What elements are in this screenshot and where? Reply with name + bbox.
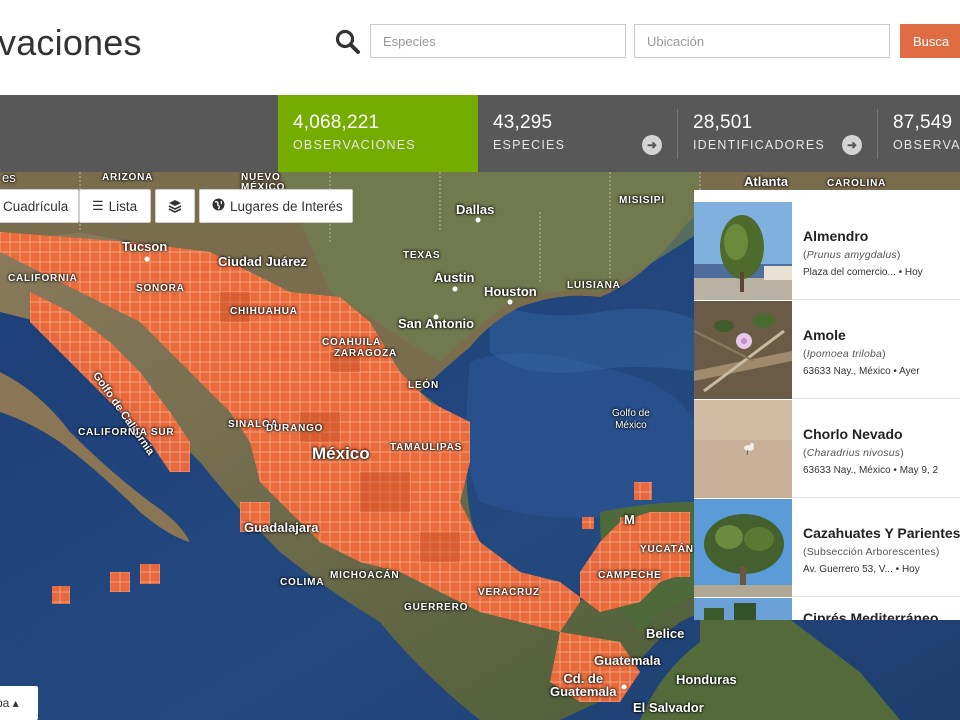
- map-label: Cd. de Guatemala: [550, 671, 617, 699]
- map-label: MISISIPI: [619, 195, 665, 206]
- species-search-input[interactable]: [370, 24, 626, 58]
- observation-photo: [694, 598, 792, 620]
- observation-card[interactable]: Chorlo Nevado (Charadrius nivosus) 63633…: [694, 400, 960, 498]
- observation-card[interactable]: Cazahuates Y Parientes (Subsección Arbor…: [694, 499, 960, 597]
- map-label: San Antonio: [398, 316, 475, 331]
- map-label: Tucson: [122, 239, 168, 254]
- stats-bar: 4,068,221 OBSERVACIONES 43,295 ESPECIES …: [0, 95, 960, 172]
- stat-observations-count: 4,068,221: [293, 112, 380, 133]
- stat-observations[interactable]: 4,068,221 OBSERVACIONES: [278, 95, 478, 172]
- observation-meta: Plaza del comercio... • Hoy: [803, 267, 923, 278]
- observation-meta: 63633 Nay., México • May 9, 2: [803, 465, 939, 476]
- map-label: Austin: [434, 270, 475, 285]
- stat-observations-label: OBSERVACIONES: [293, 138, 416, 152]
- observation-common-name: Chorlo Nevado: [803, 426, 903, 442]
- map-label: ARIZONA: [102, 172, 154, 183]
- map-label: MICHOACÁN: [330, 570, 400, 581]
- stat-observers[interactable]: 87,549 OBSERVAI: [878, 95, 960, 172]
- map-label: Guadalajara: [244, 520, 319, 535]
- stat-species[interactable]: 43,295 ESPECIES ➜: [478, 95, 678, 172]
- stat-species-count: 43,295: [493, 112, 553, 133]
- arrow-right-icon[interactable]: ➜: [842, 135, 862, 155]
- location-search-input[interactable]: [634, 24, 890, 58]
- globe-icon: [212, 198, 225, 214]
- header: vaciones Busca: [0, 0, 960, 95]
- map-label: Ciudad Juárez: [218, 254, 307, 269]
- map-label: Guatemala: [594, 653, 661, 668]
- observation-scientific-name: (Ipomoea triloba): [803, 348, 886, 360]
- search-icon: [335, 29, 360, 54]
- map-label: COLIMA: [280, 577, 325, 588]
- map-label: Atlanta: [744, 174, 789, 189]
- map-label: LUISIANA: [567, 280, 621, 291]
- list-view-button[interactable]: ☰ Lista: [79, 189, 151, 223]
- places-of-interest-button[interactable]: Lugares de Interés: [199, 189, 353, 223]
- stat-identifiers-label: IDENTIFICADORES: [693, 138, 825, 152]
- map-label: DURANGO: [266, 423, 324, 434]
- observation-scientific-name: (Subsección Arborescentes): [803, 546, 940, 558]
- observation-photo: [694, 301, 792, 399]
- stat-identifiers-count: 28,501: [693, 112, 753, 133]
- observation-common-name: Cazahuates Y Parientes: [803, 525, 960, 541]
- page-title: vaciones: [0, 22, 142, 63]
- map-type-button[interactable]: pa ▴: [0, 686, 38, 720]
- search-button[interactable]: Busca: [900, 24, 960, 58]
- observation-meta: 63633 Nay., México • Ayer: [803, 366, 920, 377]
- grid-view-label: Cuadrícula: [3, 198, 69, 214]
- observation-card[interactable]: Almendro (Prunus amygdalus) Plaza del co…: [694, 202, 960, 300]
- list-view-label: Lista: [108, 198, 138, 214]
- map-label: Belice: [646, 626, 685, 641]
- layers-button[interactable]: [155, 189, 195, 223]
- stat-observers-label: OBSERVAI: [893, 138, 960, 152]
- map-label: El Salvador: [633, 700, 704, 715]
- map-label: CALIFORNIA: [8, 273, 78, 284]
- map-label: COAHUILA: [322, 337, 382, 348]
- map-label: Honduras: [676, 672, 737, 687]
- observation-photo: [694, 400, 792, 498]
- map-label: Houston: [484, 284, 537, 299]
- observation-scientific-name: (Charadrius nivosus): [803, 447, 904, 459]
- map-label: CALIFORNIA SUR: [78, 427, 175, 438]
- map-label: CAMPECHE: [598, 570, 662, 581]
- map-label: SONORA: [136, 283, 185, 294]
- observation-scientific-name: (Prunus amygdalus): [803, 249, 901, 261]
- observation-common-name: Ciprés Mediterráneo: [803, 610, 939, 620]
- observation-card[interactable]: Ciprés Mediterráneo: [694, 598, 960, 620]
- map-label: LEÓN: [408, 380, 439, 391]
- map-label: CHIHUAHUA: [230, 306, 298, 317]
- observation-list[interactable]: Almendro (Prunus amygdalus) Plaza del co…: [694, 190, 960, 620]
- map-label: CAROLINA: [827, 178, 887, 189]
- map-label: VERACRUZ: [478, 587, 540, 598]
- places-of-interest-label: Lugares de Interés: [230, 198, 343, 214]
- observation-photo: [694, 202, 792, 300]
- layers-icon: [168, 200, 182, 213]
- map-label: TEXAS: [403, 250, 441, 261]
- observation-common-name: Almendro: [803, 228, 869, 244]
- app-root: vaciones Busca 4,068,221 OBSERVACIONES 4…: [0, 0, 960, 720]
- map-label: M: [624, 512, 635, 527]
- stat-observers-count: 87,549: [893, 112, 953, 133]
- map-label: TAMAULIPAS: [390, 442, 463, 453]
- observation-common-name: Amole: [803, 327, 846, 343]
- map-label: GUERRERO: [404, 602, 469, 613]
- observation-photo: [694, 499, 792, 597]
- stat-identifiers[interactable]: 28,501 IDENTIFICADORES ➜: [678, 95, 878, 172]
- list-icon: ☰: [92, 198, 104, 213]
- map-label: YUCATÁN: [640, 544, 694, 555]
- map-label: Golfo de México: [612, 408, 650, 431]
- map-label: Dallas: [456, 202, 495, 217]
- map-label: México: [312, 444, 370, 463]
- grid-view-button[interactable]: Cuadrícula: [0, 189, 79, 223]
- map-label: ZARAGOZA: [334, 348, 398, 359]
- observation-card[interactable]: Amole (Ipomoea triloba) 63633 Nay., Méxi…: [694, 301, 960, 399]
- stat-species-label: ESPECIES: [493, 138, 566, 152]
- observation-meta: Av. Guerrero 53, V... • Hoy: [803, 564, 920, 575]
- arrow-right-icon[interactable]: ➜: [642, 135, 662, 155]
- map-label: es: [2, 172, 16, 185]
